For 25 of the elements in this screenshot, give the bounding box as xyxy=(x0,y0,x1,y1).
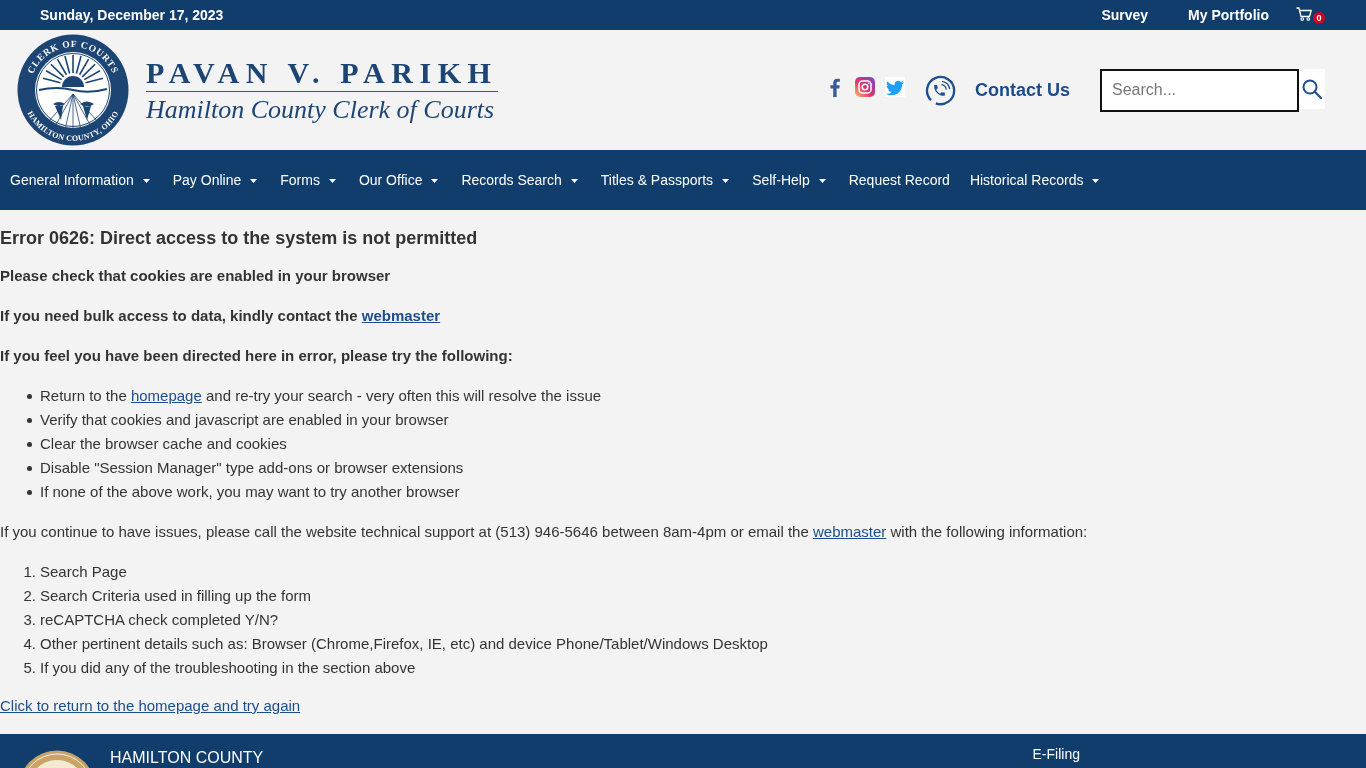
list-item-text: Other pertinent details such as: Browser (Chrome,Firefox, IE, etc) and device Phone/Tablet/Windows Desktop xyxy=(40,634,768,654)
office-subtitle: Hamilton County Clerk of Courts xyxy=(146,93,495,126)
list-number: 1. xyxy=(22,562,36,582)
cart-count-badge: 0 xyxy=(1313,12,1325,24)
message-text: If you continue to have issues, please call the website technical support at (513) 946-5646 between 8am-4pm or email the webmaster with the following information: xyxy=(0,522,1089,542)
list-number: 5. xyxy=(22,658,36,678)
footer-title: HAMILTON COUNTY xyxy=(110,748,264,767)
list-number: 4. xyxy=(22,634,36,654)
date-text: Sunday, December 17, 2023 xyxy=(40,7,224,23)
list-number: 2. xyxy=(22,586,36,606)
list-item-text: reCAPTCHA check completed Y/N? xyxy=(40,610,279,630)
error-heading: Error 0626: Direct access to the system is not permitted xyxy=(0,227,479,250)
message-text: If you need bulk access to data, kindly contact the webmaster xyxy=(0,306,442,326)
list-item-text: Clear the browser cache and cookies xyxy=(40,434,287,454)
list-item-text: Verify that cookies and javascript are enabled in your browser xyxy=(40,410,449,430)
list-item-text: If none of the above work, you may want to try another browser xyxy=(40,482,460,502)
list-number: 3. xyxy=(22,610,36,630)
list-item-text: If you did any of the troubleshooting in the section above xyxy=(40,658,416,678)
list-item-text: Disable "Session Manager" type add-ons or browser extensions xyxy=(40,458,464,478)
official-name: PAVAN V. PARIKH xyxy=(146,56,498,92)
list-item-text: Search Criteria used in filling up the form xyxy=(40,586,311,606)
list-item-text: Search Page xyxy=(40,562,127,582)
list-item-text: Return to the homepage and re-try your search - very often this will resolve the issue xyxy=(40,386,602,406)
message-text: If you feel you have been directed here in error, please try the following: xyxy=(0,346,514,366)
message-text: Please check that cookies are enabled in your browser xyxy=(0,266,392,286)
